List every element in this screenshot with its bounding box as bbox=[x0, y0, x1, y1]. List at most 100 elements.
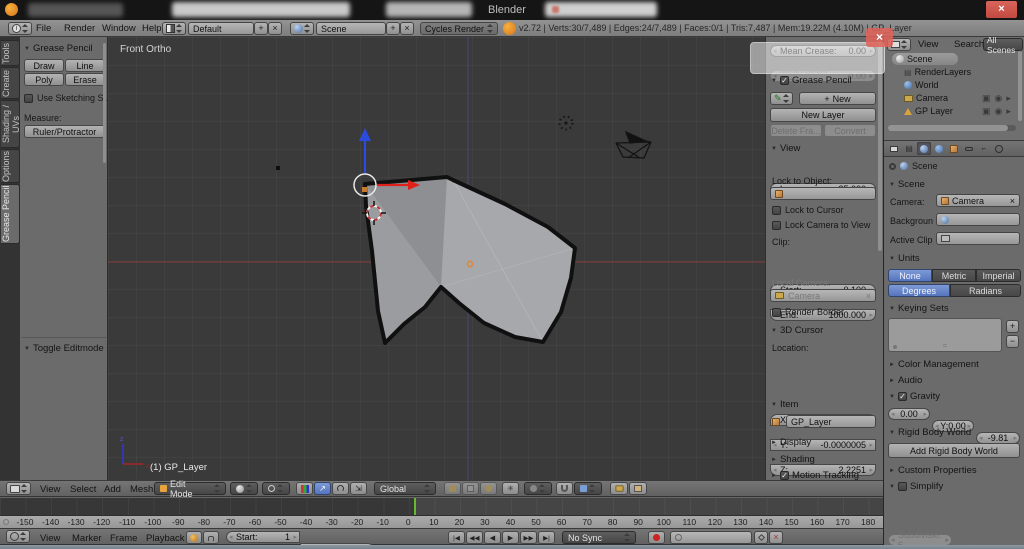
outliner-filter-dropdown[interactable]: All Scenes bbox=[983, 38, 1023, 51]
tab-tools[interactable]: Tools bbox=[1, 40, 20, 66]
viewport-3d[interactable]: Front Ortho bbox=[108, 37, 765, 480]
units-metric-button[interactable]: Metric bbox=[932, 269, 976, 282]
delete-keyframe-button[interactable]: × bbox=[769, 531, 783, 544]
checkbox-unchecked[interactable] bbox=[898, 482, 907, 491]
local-camera-field[interactable]: Camera × bbox=[770, 289, 876, 302]
lock-camera-row[interactable]: Lock Camera to View bbox=[772, 220, 870, 230]
units-panel-header[interactable]: ▼ Units bbox=[889, 253, 920, 264]
current-frame-indicator[interactable] bbox=[414, 498, 416, 515]
delete-layout-button[interactable]: × bbox=[268, 22, 282, 35]
clear-icon[interactable]: × bbox=[1010, 196, 1015, 206]
screen-layout-name-field[interactable]: Default bbox=[188, 22, 254, 35]
layer-lock-button[interactable] bbox=[444, 482, 461, 495]
checkbox-unchecked[interactable] bbox=[24, 94, 33, 103]
poly-button[interactable]: Poly bbox=[24, 73, 64, 86]
tab-object[interactable] bbox=[947, 142, 961, 155]
transform-orientation-dropdown[interactable]: Global bbox=[374, 482, 436, 495]
add-scene-button[interactable]: + bbox=[386, 22, 400, 35]
tool-shelf-scrollbar[interactable] bbox=[103, 43, 106, 163]
delete-frame-button[interactable]: Delete Fra... bbox=[770, 124, 822, 137]
tab-grease-pencil[interactable]: Grease Pencil bbox=[1, 184, 20, 244]
lock-object-field[interactable] bbox=[770, 187, 876, 200]
timeline-playback-menu[interactable]: Playback bbox=[142, 531, 189, 546]
outliner-row-camera[interactable]: Camera bbox=[904, 92, 948, 104]
manipulator-toggle-button[interactable] bbox=[296, 482, 313, 495]
pivot-dropdown[interactable] bbox=[262, 482, 290, 495]
editor-type-dropdown[interactable] bbox=[6, 482, 31, 495]
outliner-row-scene[interactable]: Scene bbox=[892, 53, 958, 65]
checkbox-checked[interactable]: ✓ bbox=[898, 392, 907, 401]
item-name-field[interactable]: GP_Layer bbox=[786, 415, 876, 428]
keying-sets-list[interactable]: = bbox=[888, 318, 1002, 352]
scene-name-field[interactable]: Scene bbox=[316, 22, 386, 35]
keying-set-remove-button[interactable]: − bbox=[1006, 335, 1019, 348]
delete-scene-button[interactable]: × bbox=[400, 22, 414, 35]
outliner-view-menu[interactable]: View bbox=[914, 37, 942, 52]
gravity-panel-header[interactable]: ▼ ✓ Gravity bbox=[889, 391, 940, 402]
menu-file[interactable]: File bbox=[32, 21, 55, 36]
render-engine-dropdown[interactable]: Cycles Render bbox=[420, 22, 498, 35]
cursor-panel-header[interactable]: ▼ 3D Cursor bbox=[771, 325, 823, 336]
add-menu[interactable]: Add bbox=[100, 482, 125, 497]
selected-vertex[interactable] bbox=[362, 187, 367, 192]
play-reverse-button[interactable]: ◀ bbox=[484, 531, 501, 544]
camera-restriction-icons[interactable]: ▣ ◉ ▸ bbox=[982, 92, 1011, 104]
frame-start-field[interactable]: Start:1 bbox=[226, 531, 300, 543]
window-close-button[interactable]: × bbox=[986, 1, 1017, 18]
selectable-icon[interactable]: ▸ bbox=[1006, 93, 1011, 104]
next-keyframe-button[interactable]: ▶▶ bbox=[520, 531, 537, 544]
motion-tracking-panel-header[interactable]: ► ✓ Motion Tracking bbox=[771, 470, 859, 480]
auto-keyframe-button[interactable] bbox=[648, 531, 665, 544]
menu-window[interactable]: Window bbox=[98, 21, 140, 36]
item-panel-header[interactable]: ▼ Item bbox=[771, 399, 798, 410]
display-panel-header[interactable]: ► Display bbox=[771, 437, 811, 448]
timeline-ruler[interactable]: -150-140-130-120-110-100-90-80-70-60-50-… bbox=[0, 515, 883, 528]
color-management-panel-header[interactable]: ► Color Management bbox=[889, 359, 979, 370]
editor-type-dropdown[interactable]: i bbox=[8, 22, 32, 35]
snap-element-dropdown[interactable] bbox=[574, 482, 602, 495]
tab-options[interactable]: Options bbox=[1, 149, 20, 183]
timeline-view-menu[interactable]: View bbox=[36, 531, 64, 546]
grease-pencil-panel-header[interactable]: ▼ ✓ Grease Pencil bbox=[771, 75, 852, 86]
ruler-protractor-button[interactable]: Ruler/Protractor bbox=[24, 125, 105, 138]
insert-keyframe-button[interactable] bbox=[754, 531, 768, 544]
eye-icon[interactable]: ◉ bbox=[995, 93, 1003, 104]
tab-shading-uvs[interactable]: Shading / UVs bbox=[1, 100, 20, 148]
rigid-body-panel-header[interactable]: ▼ Rigid Body World bbox=[889, 427, 971, 438]
tab-scene[interactable] bbox=[917, 142, 931, 155]
grease-pencil-panel-header[interactable]: ▼ Grease Pencil bbox=[24, 43, 93, 54]
simplify-panel-header[interactable]: ▼ Simplify bbox=[889, 481, 943, 492]
use-preview-range-button[interactable] bbox=[186, 531, 202, 544]
render-border-row[interactable]: Render Border bbox=[772, 307, 844, 317]
checkbox-checked[interactable]: ✓ bbox=[780, 76, 789, 85]
add-rigid-body-world-button[interactable]: Add Rigid Body World bbox=[888, 443, 1020, 458]
mode-dropdown[interactable]: Edit Mode bbox=[154, 482, 226, 495]
shading-panel-header[interactable]: ► Shading bbox=[771, 454, 815, 465]
timeline-marker-menu[interactable]: Marker bbox=[68, 531, 106, 546]
layer-button[interactable] bbox=[480, 482, 497, 495]
outliner-row-gp-layer[interactable]: GP Layer bbox=[904, 105, 953, 117]
use-sketching-checkbox-row[interactable]: Use Sketching S... bbox=[24, 93, 111, 103]
translate-manipulator-button[interactable]: ↗ bbox=[314, 482, 331, 495]
viewport-shading-dropdown[interactable] bbox=[230, 482, 258, 495]
mesh-menu[interactable]: Mesh bbox=[126, 482, 157, 497]
gravity-x-field[interactable]: 0.00 bbox=[888, 408, 930, 420]
timeline-frame-menu[interactable]: Frame bbox=[106, 531, 141, 546]
menu-render[interactable]: Render bbox=[60, 21, 99, 36]
timeline-track[interactable] bbox=[0, 498, 883, 515]
previous-keyframe-button[interactable]: ◀◀ bbox=[466, 531, 483, 544]
rotate-manipulator-button[interactable] bbox=[332, 482, 349, 495]
add-layout-button[interactable]: + bbox=[254, 22, 268, 35]
render-opengl-button[interactable] bbox=[610, 482, 628, 495]
rotation-degrees-button[interactable]: Degrees bbox=[888, 284, 950, 297]
tab-render[interactable] bbox=[887, 142, 901, 155]
clear-icon[interactable]: × bbox=[866, 291, 871, 301]
audio-panel-header[interactable]: ► Audio bbox=[889, 375, 922, 386]
jump-to-end-button[interactable]: ▶| bbox=[538, 531, 555, 544]
render-opengl-anim-button[interactable] bbox=[629, 482, 647, 495]
view-panel-header[interactable]: ▼ View bbox=[771, 143, 800, 154]
tab-physics[interactable] bbox=[992, 142, 1006, 155]
outliner-row-renderlayers[interactable]: ▤ RenderLayers bbox=[904, 66, 971, 78]
units-none-button[interactable]: None bbox=[888, 269, 932, 282]
eye-icon[interactable]: ◉ bbox=[995, 106, 1003, 117]
